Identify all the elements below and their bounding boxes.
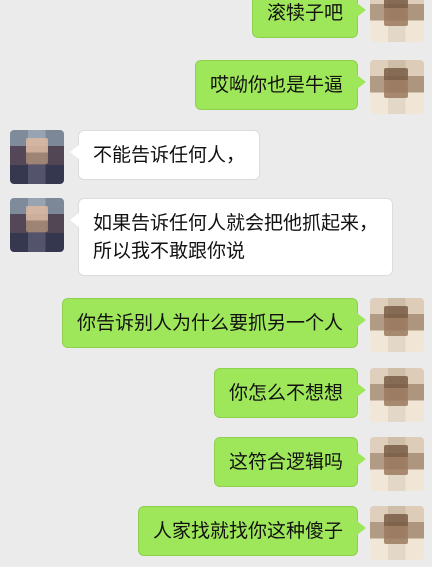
message-bubble-sent[interactable]: 哎呦你也是牛逼 [194, 60, 367, 110]
message-text: 这符合逻辑吗 [228, 451, 343, 473]
message-text: 不能告诉任何人， [93, 144, 246, 166]
message-text: 你怎么不想想 [228, 382, 343, 404]
message-text: 滚犊子吧 [266, 2, 343, 24]
message-text: 人家找就找你这种傻子 [152, 520, 343, 542]
message-text: 哎呦你也是牛逼 [209, 74, 343, 96]
chat-area: 滚犊子吧 哎呦你也是牛逼 不能告诉任何人， 如果告诉任何人就会把他抓起来， 所以… [0, 0, 432, 567]
user-avatar-right[interactable] [370, 60, 424, 114]
message-bubble-sent[interactable]: 这符合逻辑吗 [213, 437, 367, 487]
message-text-line-2: 所以我不敢跟你说 [93, 240, 246, 262]
user-avatar-left[interactable] [10, 198, 64, 252]
message-bubble-received[interactable]: 如果告诉任何人就会把他抓起来， 所以我不敢跟你说 [69, 198, 394, 276]
message-bubble-sent[interactable]: 你告诉别人为什么要抓另一个人 [61, 298, 367, 348]
user-avatar-right[interactable] [370, 298, 424, 352]
user-avatar-right[interactable] [370, 0, 424, 42]
message-bubble-sent[interactable]: 人家找就找你这种傻子 [137, 506, 367, 556]
message-bubble-sent[interactable]: 滚犊子吧 [251, 0, 367, 38]
user-avatar-left[interactable] [10, 130, 64, 184]
message-bubble-sent[interactable]: 你怎么不想想 [213, 368, 367, 418]
user-avatar-right[interactable] [370, 506, 424, 560]
user-avatar-right[interactable] [370, 437, 424, 491]
user-avatar-right[interactable] [370, 368, 424, 422]
message-text-line-1: 如果告诉任何人就会把他抓起来， [93, 212, 379, 234]
message-bubble-received[interactable]: 不能告诉任何人， [69, 130, 261, 180]
message-text: 你告诉别人为什么要抓另一个人 [76, 312, 343, 334]
